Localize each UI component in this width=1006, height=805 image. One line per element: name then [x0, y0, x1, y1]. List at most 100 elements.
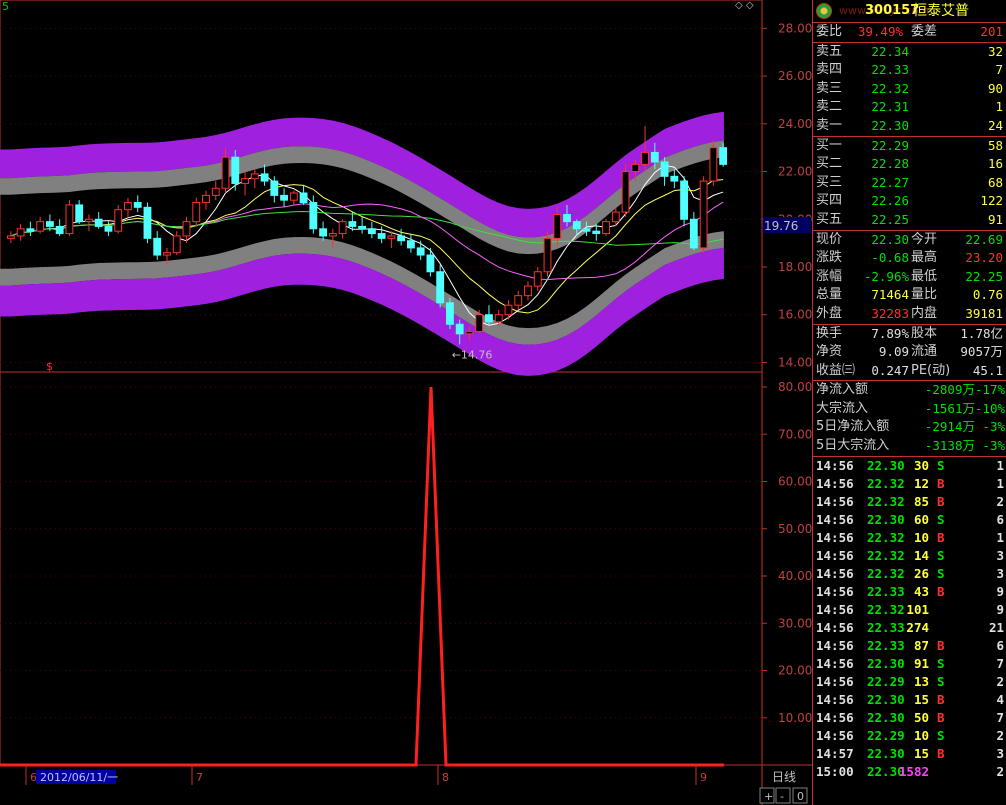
candle-body — [231, 156, 240, 184]
trade-row[interactable]: 15:00 22.30 1582 2 — [813, 763, 1006, 781]
quote-row: 总量 71464 量比 0.76 — [813, 286, 1006, 305]
candle-body — [124, 202, 132, 211]
ask-volume: 7 — [995, 62, 1003, 78]
quote-label: 今开 — [911, 231, 938, 247]
order-diff-value: 201 — [980, 24, 1003, 39]
bid-volume: 58 — [987, 137, 1003, 153]
trade-price: 22.32 — [867, 529, 905, 545]
candle-body — [289, 192, 298, 201]
trade-row[interactable]: 14:56 22.30 91 S 7 — [813, 655, 1006, 673]
trade-time: 14:56 — [816, 565, 854, 581]
trade-row[interactable]: 14:56 22.33 87 B 6 — [813, 637, 1006, 655]
candle-body — [241, 178, 249, 184]
period-label[interactable]: 日线 — [772, 770, 796, 784]
trade-time: 14:56 — [816, 691, 854, 707]
candle-body — [494, 314, 503, 323]
quote-panel: www.591yc.com 300157 恒泰艾普 委比 39.49% 委差 2… — [812, 0, 1006, 805]
candle-body — [485, 314, 493, 323]
trade-volume: 14 — [913, 547, 929, 563]
trade-time: 15:00 — [816, 763, 854, 779]
trade-volume: 15 — [913, 745, 929, 761]
trade-row[interactable]: 14:56 22.32 85 B 2 — [813, 493, 1006, 511]
trade-row[interactable]: 14:56 22.30 15 B 4 — [813, 691, 1006, 709]
candle-body — [299, 192, 308, 204]
bid-label: 买三 — [816, 174, 843, 190]
ask-volume: 24 — [987, 117, 1003, 133]
trade-price: 22.32 — [867, 565, 905, 581]
quote-value: 22.30 — [871, 231, 909, 247]
trade-row[interactable]: 14:56 22.29 10 S 2 — [813, 727, 1006, 745]
price-tick-label: 26.00 — [778, 69, 812, 83]
bid-price: 22.26 — [871, 193, 909, 209]
trade-count: 6 — [996, 637, 1004, 653]
candle-body — [75, 204, 84, 223]
candle-body — [621, 171, 630, 213]
trade-count: 2 — [996, 727, 1004, 743]
trade-side: S — [937, 727, 945, 743]
quote-value: 23.20 — [965, 250, 1003, 266]
fund-value: 7.89% — [871, 325, 909, 341]
trade-side: S — [937, 457, 945, 473]
bid-price: 22.25 — [871, 211, 909, 227]
trade-side: S — [937, 547, 945, 563]
flow-value: -1561万 — [924, 400, 975, 416]
candle-body — [446, 302, 454, 325]
trade-row[interactable]: 14:56 22.32 12 B 1 — [813, 475, 1006, 493]
trade-row[interactable]: 14:56 22.33 274 21 — [813, 619, 1006, 637]
trade-side: B — [937, 493, 945, 509]
candle-body — [55, 225, 64, 235]
quote-value: 22.25 — [965, 268, 1003, 284]
trade-volume: 26 — [913, 565, 929, 581]
candle-body — [406, 240, 415, 249]
candle-body — [143, 206, 152, 239]
trade-row[interactable]: 14:56 22.30 60 S 6 — [813, 511, 1006, 529]
candle-body — [182, 221, 191, 237]
flow-label: 净流入额 — [816, 382, 869, 398]
trade-row[interactable]: 14:56 22.30 50 B 7 — [813, 709, 1006, 727]
trade-row[interactable]: 14:56 22.32 14 S 3 — [813, 547, 1006, 565]
trade-ticks[interactable]: 14:56 22.30 30 S 1 14:56 22.32 12 B 1 14:56 22.32 85… — [813, 455, 1006, 781]
price-tick-label: 24.00 — [778, 117, 812, 131]
candle-body — [455, 323, 464, 335]
candle-body — [650, 151, 659, 163]
price-tick-label: 16.00 — [778, 308, 812, 322]
chart-canvas[interactable]: 28.00 26.00 24.00 22.00 20.00 18.00 16.00 14.00… — [0, 0, 812, 805]
candle-body — [436, 271, 445, 304]
flow-row: 5日大宗流入 -3138万 -3% — [813, 437, 1006, 456]
bid-label: 买四 — [816, 193, 843, 209]
trade-row[interactable]: 14:56 22.32 101 9 — [813, 601, 1006, 619]
quote-label: 总量 — [816, 287, 843, 303]
candle-body — [611, 211, 620, 223]
candle-body — [680, 180, 689, 220]
trade-price: 22.32 — [867, 601, 905, 617]
candle-body — [533, 271, 542, 287]
signal-marker: $ — [46, 360, 53, 373]
trade-row[interactable]: 14:56 22.33 43 B 9 — [813, 583, 1006, 601]
indicator-tick-label: 50.00 — [778, 522, 812, 536]
trade-side: B — [937, 709, 945, 725]
time-axis-label: 6 — [30, 771, 37, 784]
candle-body — [641, 151, 649, 165]
window-controls-icon[interactable]: ◇ ◇ — [735, 0, 754, 11]
quote-label: 量比 — [911, 287, 938, 303]
order-diff-label: 委差 — [911, 24, 938, 39]
trade-count: 4 — [996, 691, 1004, 707]
trade-side: S — [937, 673, 945, 689]
time-axis-label: 8 — [442, 771, 449, 784]
trade-row[interactable]: 14:56 22.32 10 B 1 — [813, 529, 1006, 547]
trade-row[interactable]: 14:56 22.30 30 S 1 — [813, 457, 1006, 475]
kline-chart[interactable]: 28.00 26.00 24.00 22.00 20.00 18.00 16.00 14.00… — [0, 0, 812, 805]
order-ratio-value: 39.49% — [857, 24, 903, 39]
bid-price: 22.28 — [871, 156, 909, 172]
trade-row[interactable]: 14:56 22.32 26 S 3 — [813, 565, 1006, 583]
trade-row[interactable]: 14:56 22.29 13 S 2 — [813, 673, 1006, 691]
candle-body — [260, 173, 269, 182]
ask-volume: 90 — [987, 80, 1003, 96]
candle-body — [85, 218, 93, 223]
trade-time: 14:56 — [816, 673, 854, 689]
price-tick-label: 22.00 — [778, 165, 812, 179]
ask-row: 卖三 22.32 90 — [813, 80, 1006, 99]
trade-count: 1 — [996, 457, 1004, 473]
trade-row[interactable]: 14:57 22.30 15 B 3 — [813, 745, 1006, 763]
trade-side: B — [937, 637, 945, 653]
